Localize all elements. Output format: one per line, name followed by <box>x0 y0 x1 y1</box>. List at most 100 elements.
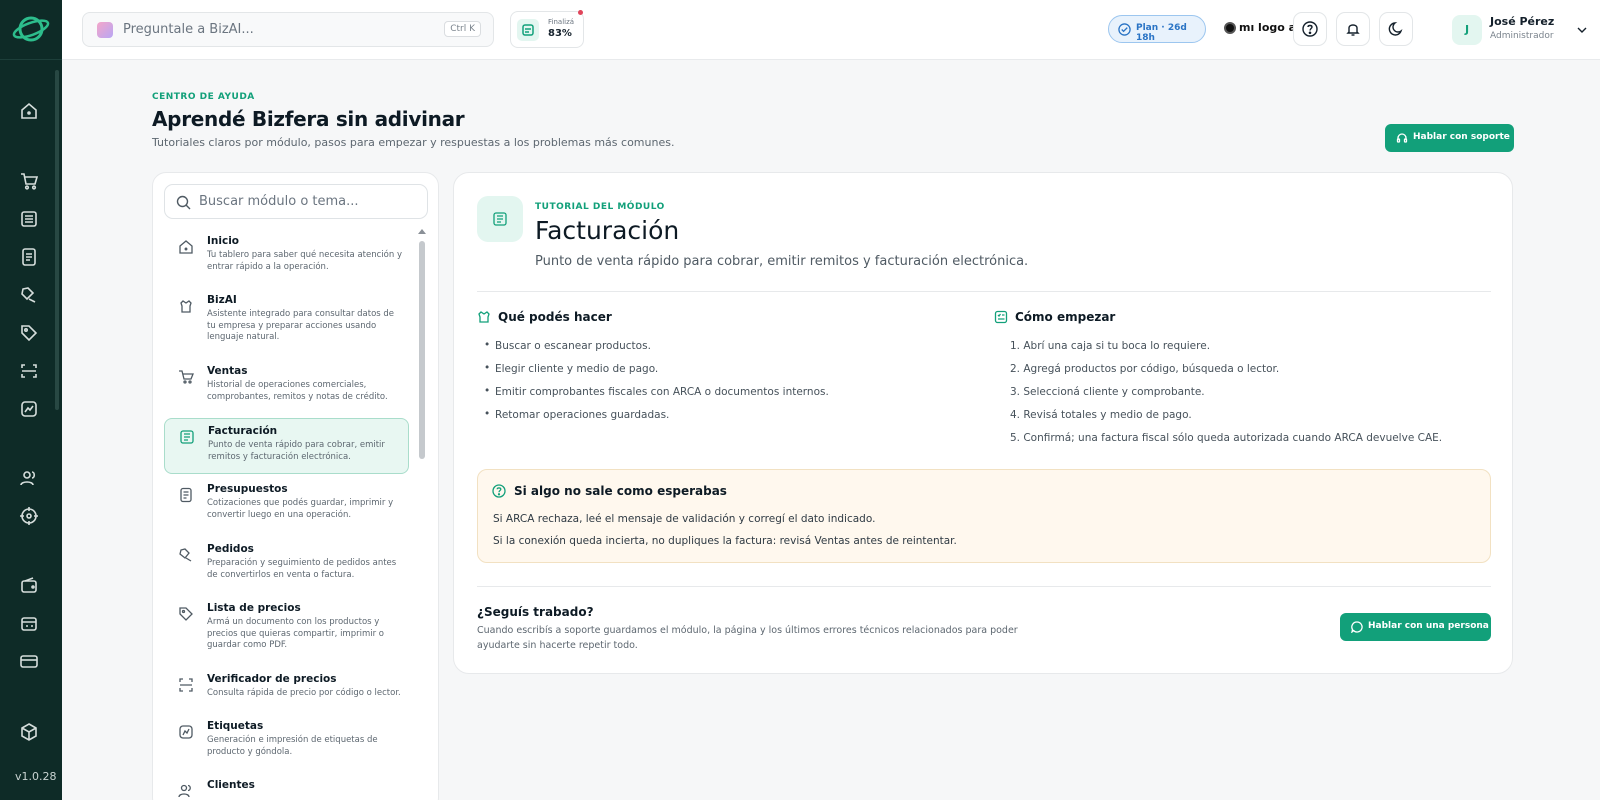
tutorial-subtitle: Punto de venta rápido para cobrar, emiti… <box>535 254 1029 269</box>
check-circle-icon <box>1118 23 1131 36</box>
modules-panel: Buscar módulo o tema... Inicio Tu tabler… <box>152 172 439 800</box>
start-step: 4. Revisá totales y medio de pago. <box>1010 409 1192 421</box>
cart-icon <box>179 370 194 384</box>
notification-dot <box>578 10 583 15</box>
scan-icon[interactable] <box>19 361 39 381</box>
search-icon <box>176 195 191 210</box>
scan-icon <box>179 678 193 692</box>
app-sidebar: v1.0.28 <box>0 0 62 800</box>
module-item-clientes[interactable]: Clientes <box>164 773 409 800</box>
home-icon[interactable] <box>19 101 39 121</box>
module-item-bizai[interactable]: BizAI Asistente integrado para consultar… <box>164 288 409 356</box>
troubleshooting-line: Si la conexión queda incierta, no dupliq… <box>493 535 957 547</box>
rail-divider <box>0 59 62 60</box>
troubleshooting-line: Si ARCA rechaza, leé el mensaje de valid… <box>493 513 876 525</box>
page-title: Aprendé Bizfera sin adivinar <box>152 107 465 131</box>
tag-icon <box>179 607 193 621</box>
module-description: Armá un documento con los productos y pr… <box>207 617 384 650</box>
chat-icon <box>1351 621 1363 633</box>
module-title: Ventas <box>207 365 248 377</box>
can-do-item: Elegir cliente y medio de pago. <box>484 362 658 375</box>
card-icon[interactable] <box>19 651 39 671</box>
module-item-verificador-de-precios[interactable]: Verificador de precios Consulta rápida d… <box>164 667 409 711</box>
logo-dot-icon <box>1224 22 1236 34</box>
scroll-up-arrow-icon[interactable] <box>418 229 426 234</box>
planet-logo-icon[interactable] <box>12 12 50 46</box>
chevron-down-icon <box>1577 27 1587 33</box>
module-item-inicio[interactable]: Inicio Tu tablero para saber qué necesit… <box>164 229 409 285</box>
cart-icon[interactable] <box>19 171 39 191</box>
start-step: 3. Seleccioná cliente y comprobante. <box>1010 386 1205 398</box>
checklist-icon <box>517 19 539 41</box>
checklist-icon <box>994 310 1008 324</box>
onboarding-progress-chip[interactable]: Finalizá 83% <box>510 10 584 48</box>
module-description: Preparación y seguimiento de pedidos ant… <box>207 558 397 580</box>
module-description: Generación e impresión de etiquetas de p… <box>207 735 378 757</box>
cash-register-icon[interactable] <box>19 614 39 634</box>
module-description: Historial de operaciones comerciales, co… <box>207 380 388 402</box>
users-icon[interactable] <box>19 468 39 488</box>
bizai-icon <box>97 22 113 38</box>
help-button[interactable] <box>1293 12 1327 46</box>
module-item-ventas[interactable]: Ventas Historial de operaciones comercia… <box>164 359 409 415</box>
label-icon <box>179 725 193 739</box>
headset-icon <box>1396 133 1408 143</box>
module-title: Clientes <box>207 779 255 791</box>
plan-badge[interactable]: Plan · 26d 18h <box>1108 15 1206 43</box>
module-search-input[interactable]: Buscar módulo o tema... <box>164 184 428 219</box>
list-icon[interactable] <box>19 209 39 229</box>
invoice-icon <box>493 212 507 226</box>
can-do-title: Qué podés hacer <box>498 310 612 324</box>
document-icon[interactable] <box>19 247 39 267</box>
user-menu[interactable]: J José Pérez Administrador <box>1452 12 1592 48</box>
tutorial-eyebrow: TUTORIAL DEL MÓDULO <box>535 202 665 212</box>
document-icon <box>180 487 192 503</box>
progress-label: Finalizá <box>548 18 575 26</box>
talk-to-person-label: Hablar con una persona <box>1368 621 1489 631</box>
notifications-button[interactable] <box>1336 12 1370 46</box>
chart-icon[interactable] <box>19 399 39 419</box>
talk-to-person-button[interactable]: Hablar con una persona <box>1340 613 1491 641</box>
tag-icon[interactable] <box>19 323 39 343</box>
invoice-icon <box>180 430 194 444</box>
theme-toggle-button[interactable] <box>1379 12 1413 46</box>
module-search-placeholder: Buscar módulo o tema... <box>199 194 359 209</box>
module-description: Tu tablero para saber qué necesita atenc… <box>207 250 402 272</box>
module-title: Etiquetas <box>207 720 264 732</box>
module-title: Inicio <box>207 235 240 247</box>
bizai-search-input[interactable]: Preguntale a BizAI... Ctrl K <box>82 12 494 47</box>
module-icon-badge <box>477 196 523 242</box>
module-title: BizAI <box>207 294 237 306</box>
contact-support-label: Hablar con soporte <box>1413 132 1510 142</box>
module-item-lista-de-precios[interactable]: Lista de precios Armá un documento con l… <box>164 596 409 664</box>
box-icon[interactable] <box>19 722 39 742</box>
bag-icon[interactable] <box>19 285 39 305</box>
module-title: Facturación <box>208 425 278 437</box>
target-icon[interactable] <box>19 506 39 526</box>
page-subtitle: Tutoriales claros por módulo, pasos para… <box>152 136 675 149</box>
bizai-search-placeholder: Preguntale a BizAI... <box>123 22 254 37</box>
module-item-etiquetas[interactable]: Etiquetas Generación e impresión de etiq… <box>164 714 409 770</box>
module-title: Presupuestos <box>207 483 288 495</box>
module-description: Cotizaciones que podés guardar, imprimir… <box>207 498 394 520</box>
module-description: Consulta rápida de precio por código o l… <box>207 688 401 698</box>
module-title: Lista de precios <box>207 602 301 614</box>
page-eyebrow: CENTRO DE AYUDA <box>152 92 255 102</box>
rail-scrollbar[interactable] <box>55 70 59 410</box>
divider <box>477 291 1491 292</box>
search-shortcut-hint: Ctrl K <box>444 21 481 37</box>
module-title: Pedidos <box>207 543 254 555</box>
module-item-facturacion[interactable]: Facturación Punto de venta rápido para c… <box>164 418 409 474</box>
app-version: v1.0.28 <box>15 770 57 783</box>
modules-scrollbar[interactable] <box>419 241 425 459</box>
bell-icon <box>1346 24 1360 36</box>
contact-support-button[interactable]: Hablar con soporte <box>1385 124 1514 152</box>
module-description: Punto de venta rápido para cobrar, emiti… <box>208 440 385 462</box>
module-item-presupuestos[interactable]: Presupuestos Cotizaciones que podés guar… <box>164 477 409 533</box>
progress-value: 83% <box>548 28 572 39</box>
wallet-icon[interactable] <box>19 576 39 596</box>
can-do-item: Retomar operaciones guardadas. <box>484 408 669 421</box>
module-item-pedidos[interactable]: Pedidos Preparación y seguimiento de ped… <box>164 537 409 593</box>
still-stuck-description: Cuando escribís a soporte guardamos el m… <box>477 625 1018 651</box>
troubleshooting-title: Si algo no sale como esperabas <box>514 484 727 498</box>
